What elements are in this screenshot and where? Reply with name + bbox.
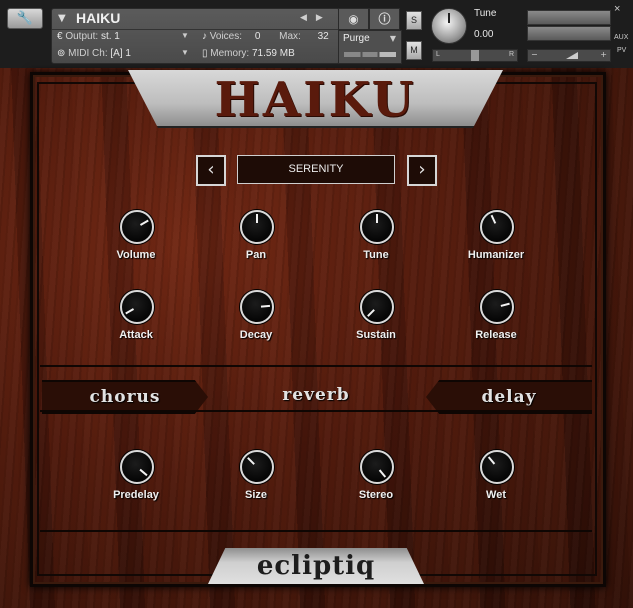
purge-meter: [344, 52, 396, 57]
preset-prev-button[interactable]: ‹: [196, 155, 226, 186]
tune-value: 0.00: [474, 29, 494, 40]
fx-divider: [40, 365, 592, 367]
output-value: st. 1: [100, 31, 120, 42]
midi-icon: ⊚: [57, 48, 69, 59]
minus-icon: −: [531, 50, 538, 59]
knob-indicator: [139, 468, 148, 477]
purge-dropdown-icon: ▼: [389, 34, 396, 43]
sustain-knob[interactable]: [360, 290, 394, 324]
midi-value: [A] 1: [110, 48, 131, 59]
brand-logo: ecliptiq: [256, 551, 376, 581]
knob-indicator: [139, 219, 149, 226]
predelay-knob[interactable]: [120, 450, 154, 484]
plus-icon: +: [600, 50, 607, 59]
tab-reverb[interactable]: reverb: [216, 380, 416, 410]
decay-knob[interactable]: [240, 290, 274, 324]
knob-indicator: [260, 304, 271, 308]
knob-indicator: [256, 214, 258, 223]
knob-indicator: [487, 456, 496, 465]
wrench-icon[interactable]: 🔧: [7, 8, 43, 29]
tab-delay[interactable]: delay: [426, 380, 592, 414]
preset-name[interactable]: SERENITY: [237, 155, 395, 184]
mute-button[interactable]: M: [406, 41, 422, 60]
page-title: HAIKU: [214, 72, 417, 128]
voices-row: ♪ Voices: 0 Max: 32: [202, 31, 329, 42]
purge-dropdown[interactable]: Purge ▼: [338, 30, 402, 64]
knob-indicator: [125, 308, 135, 315]
predelay-label: Predelay: [113, 489, 159, 501]
size-knob[interactable]: [240, 450, 274, 484]
kontakt-header: 🔧 ▼ HAIKU ◀▶ € Output: st. 1 ▼ ♪ Voices:…: [0, 0, 633, 68]
knob-indicator: [500, 302, 510, 307]
humanizer-label: Humanizer: [467, 249, 525, 261]
header-icons: ◉ ⓘ: [338, 8, 400, 30]
tab-chorus[interactable]: chorus: [42, 380, 208, 414]
wet-label: Wet: [486, 489, 506, 501]
level-meter-right: [527, 26, 611, 41]
knob-indicator: [490, 214, 497, 224]
voices-icon: ♪: [202, 31, 210, 42]
tune-knob-main[interactable]: [360, 210, 394, 244]
tune-label: Tune: [474, 8, 497, 19]
release-label: Release: [475, 329, 517, 341]
camera-icon[interactable]: ◉: [338, 8, 369, 30]
output-row[interactable]: € Output: st. 1 ▼: [57, 31, 189, 42]
volume-label: Volume: [116, 249, 156, 261]
volume-ramp-icon: [566, 52, 578, 59]
knob-indicator: [367, 309, 375, 317]
decay-label: Decay: [239, 329, 273, 341]
instrument-nav-arrows-icon[interactable]: ◀▶: [300, 13, 332, 23]
instrument-name: HAIKU: [76, 10, 121, 26]
size-label: Size: [244, 489, 267, 501]
pv-button[interactable]: PV: [617, 47, 626, 54]
attack-label: Attack: [119, 329, 153, 341]
fx-tab-underline: [40, 410, 592, 412]
stereo-label: Stereo: [358, 489, 394, 501]
pan-slider[interactable]: L R: [432, 49, 518, 62]
info-icon[interactable]: ⓘ: [369, 8, 400, 30]
release-knob[interactable]: [480, 290, 514, 324]
close-icon[interactable]: ×: [614, 3, 620, 15]
wet-knob[interactable]: [480, 450, 514, 484]
stereo-knob[interactable]: [360, 450, 394, 484]
knob-indicator: [376, 214, 378, 223]
level-meter-left: [527, 10, 611, 25]
knob-indicator: [378, 469, 387, 478]
midi-row[interactable]: ⊚ MIDI Ch: [A] 1 ▼: [57, 48, 189, 59]
aux-button[interactable]: AUX: [614, 34, 628, 41]
sustain-label: Sustain: [356, 329, 396, 341]
memory-value: 71.59 MB: [251, 48, 295, 59]
tune-label-main: Tune: [363, 249, 389, 261]
volume-knob[interactable]: [120, 210, 154, 244]
pan-handle[interactable]: [471, 50, 479, 61]
pan-knob[interactable]: [240, 210, 274, 244]
bottom-divider: [40, 530, 592, 532]
volume-slider[interactable]: − +: [527, 49, 611, 62]
humanizer-knob[interactable]: [480, 210, 514, 244]
solo-button[interactable]: S: [406, 11, 422, 30]
collapse-arrow-icon[interactable]: ▼: [58, 13, 66, 24]
midi-dropdown-icon: ▼: [181, 48, 189, 57]
knob-indicator: [247, 457, 255, 465]
output-dropdown-icon: ▼: [181, 31, 189, 40]
pan-label: Pan: [245, 249, 267, 261]
memory-row: ▯ Memory: 71.59 MB: [202, 48, 295, 59]
preset-next-button[interactable]: ›: [407, 155, 437, 186]
voices-value: 0: [254, 31, 261, 42]
attack-knob[interactable]: [120, 290, 154, 324]
header-separator: [52, 29, 339, 30]
tune-knob[interactable]: [431, 8, 467, 44]
instrument-header-panel: ▼ HAIKU ◀▶ € Output: st. 1 ▼ ♪ Voices: 0…: [51, 8, 340, 64]
max-value: 32: [317, 31, 329, 42]
